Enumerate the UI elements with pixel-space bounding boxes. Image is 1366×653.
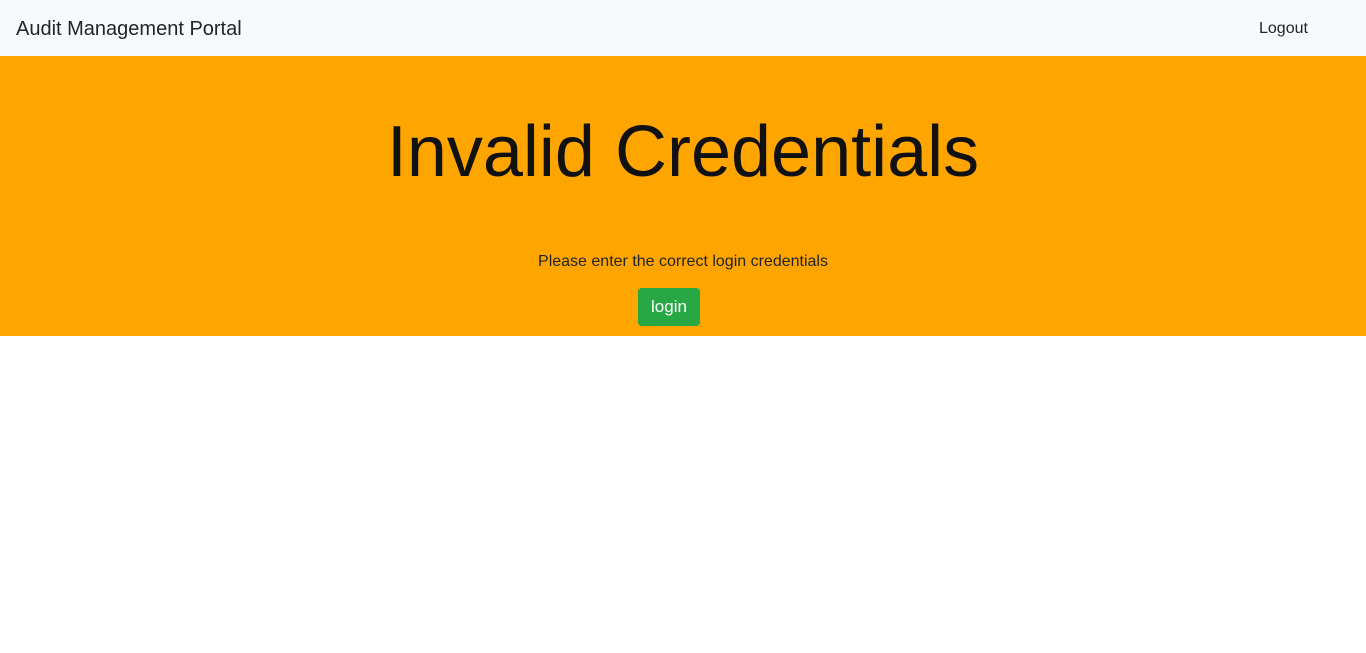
- error-banner: Invalid Credentials Please enter the cor…: [0, 56, 1366, 336]
- error-message: Please enter the correct login credentia…: [538, 253, 828, 270]
- logout-link[interactable]: Logout: [1259, 19, 1308, 39]
- login-button[interactable]: login: [638, 288, 700, 326]
- brand-link[interactable]: Audit Management Portal: [16, 17, 242, 41]
- page-title: Invalid Credentials: [386, 112, 980, 192]
- navbar: Audit Management Portal Logout: [0, 0, 1366, 56]
